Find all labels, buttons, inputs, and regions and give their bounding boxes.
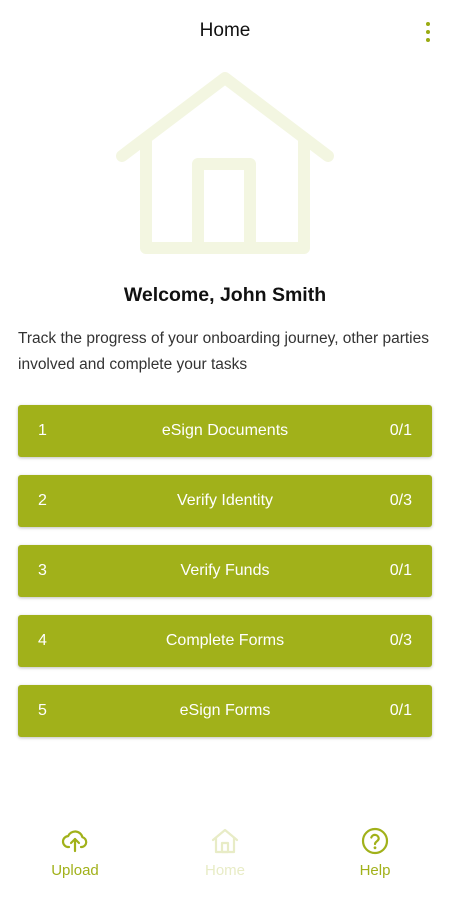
bottom-nav: Upload Home Help bbox=[0, 810, 450, 900]
nav-home-label: Home bbox=[204, 862, 245, 879]
nav-upload[interactable]: Upload bbox=[25, 826, 125, 879]
task-label: eSign Documents bbox=[161, 422, 289, 439]
task-esign-documents[interactable]: 1 eSign Documents 0/1 bbox=[18, 405, 432, 457]
task-verify-identity[interactable]: 2 Verify Identity 0/3 bbox=[18, 475, 432, 527]
task-label: eSign Forms bbox=[179, 702, 271, 719]
task-verify-funds[interactable]: 3 Verify Funds 0/1 bbox=[18, 545, 432, 597]
task-progress: 0/1 bbox=[389, 562, 412, 579]
nav-help[interactable]: Help bbox=[325, 826, 425, 879]
task-list: 1 eSign Documents 0/1 2 Verify Identity … bbox=[18, 405, 432, 755]
task-progress: 0/1 bbox=[389, 702, 412, 719]
home-icon bbox=[211, 828, 239, 854]
menu-dot bbox=[426, 22, 430, 26]
task-label: Verify Funds bbox=[180, 562, 270, 579]
cloud-upload-icon bbox=[61, 830, 88, 853]
more-vertical-icon[interactable] bbox=[416, 16, 440, 48]
intro-text: Track the progress of your onboarding jo… bbox=[18, 330, 429, 373]
house-icon bbox=[116, 72, 334, 254]
app-header: Home bbox=[0, 0, 450, 64]
welcome-heading: Welcome, John Smith bbox=[123, 284, 327, 306]
task-complete-forms[interactable]: 4 Complete Forms 0/3 bbox=[18, 615, 432, 667]
task-label: Verify Identity bbox=[176, 492, 274, 509]
nav-help-label: Help bbox=[359, 862, 391, 879]
help-circle-icon bbox=[361, 827, 389, 855]
task-progress: 0/1 bbox=[389, 422, 412, 439]
page-title: Home bbox=[199, 20, 251, 41]
menu-dot bbox=[426, 38, 430, 42]
task-label: Complete Forms bbox=[165, 632, 285, 649]
nav-upload-label: Upload bbox=[51, 862, 99, 879]
task-esign-forms[interactable]: 5 eSign Forms 0/1 bbox=[18, 685, 432, 737]
nav-home[interactable]: Home bbox=[175, 826, 275, 879]
task-progress: 0/3 bbox=[389, 492, 412, 509]
task-progress: 0/3 bbox=[389, 632, 412, 649]
menu-dot bbox=[426, 30, 430, 34]
